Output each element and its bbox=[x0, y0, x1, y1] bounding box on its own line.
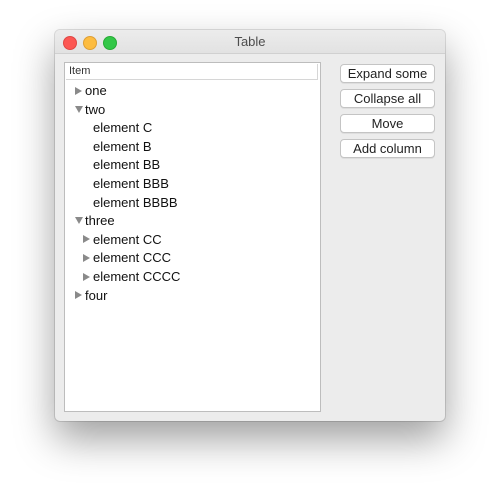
row-label: element CCCC bbox=[93, 269, 181, 284]
table-row[interactable]: element BBB bbox=[93, 175, 169, 193]
row-label: element C bbox=[93, 120, 153, 136]
disclosure-triangle-right-icon[interactable] bbox=[75, 291, 82, 300]
table-row[interactable]: element C bbox=[93, 119, 152, 137]
table-row[interactable]: three bbox=[75, 212, 115, 230]
row-label: element CC bbox=[93, 231, 162, 247]
row-label: one bbox=[85, 83, 107, 98]
window-title: Table bbox=[234, 34, 266, 49]
table-row[interactable]: element BB bbox=[93, 156, 160, 174]
table-row[interactable]: element CCC bbox=[83, 249, 171, 267]
title-bar[interactable]: Table bbox=[55, 30, 445, 54]
disclosure-triangle-down-icon[interactable] bbox=[75, 217, 83, 225]
row-label: element CCC bbox=[93, 250, 172, 266]
table-row[interactable]: two bbox=[75, 101, 105, 119]
add-column-button[interactable]: Add column bbox=[340, 139, 435, 158]
disclosure-triangle-right-icon[interactable] bbox=[75, 86, 82, 95]
row-label: element BBB bbox=[93, 176, 169, 191]
row-label: two bbox=[85, 101, 106, 117]
row-label: element BB bbox=[93, 157, 161, 173]
row-label: four bbox=[85, 287, 108, 303]
row-label: element B bbox=[93, 138, 152, 154]
table-row[interactable]: element BBBB bbox=[93, 194, 178, 212]
table-row[interactable]: element CCCC bbox=[83, 268, 180, 286]
disclosure-triangle-right-icon[interactable] bbox=[83, 272, 90, 281]
column-header-item[interactable]: Item bbox=[66, 64, 318, 80]
row-label: element BBBB bbox=[93, 194, 178, 210]
table-window: Table Item one two element C element B eleme… bbox=[55, 30, 445, 421]
table-row[interactable]: element B bbox=[93, 138, 152, 156]
table-row[interactable]: four bbox=[75, 287, 107, 305]
disclosure-triangle-down-icon[interactable] bbox=[75, 105, 83, 113]
row-label: three bbox=[85, 213, 115, 229]
disclosure-triangle-right-icon[interactable] bbox=[83, 253, 90, 262]
disclosure-triangle-right-icon[interactable] bbox=[83, 235, 90, 244]
collapse-all-button[interactable]: Collapse all bbox=[340, 89, 435, 108]
outline-table[interactable]: Item one two element C element B element BB e… bbox=[64, 62, 321, 412]
table-row[interactable]: element CC bbox=[83, 231, 162, 249]
move-button[interactable]: Move bbox=[340, 114, 435, 133]
expand-some-button[interactable]: Expand some bbox=[340, 64, 435, 83]
table-row[interactable]: one bbox=[75, 82, 107, 100]
